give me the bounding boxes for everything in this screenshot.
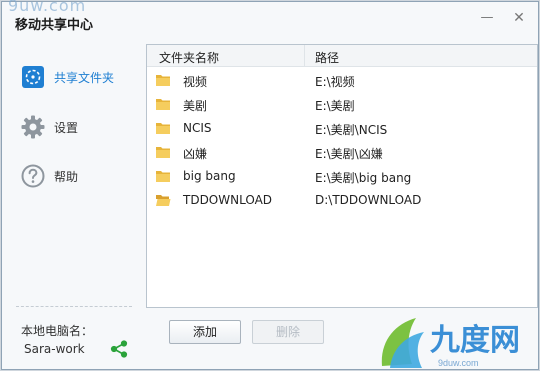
sidebar-item-label: 帮助: [54, 169, 79, 184]
column-header-name[interactable]: 文件夹名称: [159, 49, 219, 66]
folder-icon: [156, 123, 170, 134]
sidebar-divider: [16, 306, 132, 307]
table-row[interactable]: 美剧 E:\美剧: [147, 92, 537, 116]
pc-name-value: Sara-work: [24, 342, 85, 356]
folder-name: NCIS: [183, 121, 212, 135]
folder-path: E:\视频: [315, 75, 355, 89]
sidebar-item-help[interactable]: 帮助: [2, 161, 146, 191]
window-title: 移动共享中心: [15, 18, 94, 33]
watermark-text: 9uw.com: [8, 0, 87, 15]
folder-icon: [156, 75, 170, 86]
pc-name-label: 本地电脑名：: [21, 324, 94, 338]
shared-folder-table: 文件夹名称 路径 视频 E:\视频 美剧 E:\美剧 NCIS E:\美剧\NC…: [146, 44, 538, 308]
table-row[interactable]: TDDOWNLOAD D:\TDDOWNLOAD: [147, 188, 537, 212]
folder-icon: [156, 147, 170, 158]
sidebar-item-shared-folders[interactable]: 共享文件夹: [2, 62, 146, 92]
logo-url: 9duw.com: [438, 358, 479, 368]
table-row[interactable]: 凶嫌 E:\美剧\凶嫌: [147, 140, 537, 164]
share-icon[interactable]: [110, 340, 128, 358]
sidebar-item-label: 共享文件夹: [54, 70, 115, 85]
shared-folder-icon: [22, 66, 44, 88]
open-folder-icon: [156, 195, 171, 206]
table-header: 文件夹名称 路径: [147, 45, 537, 67]
logo-text: 九度网: [430, 324, 520, 357]
folder-name: 凶嫌: [183, 147, 208, 161]
folder-path: E:\美剧\big bang: [315, 171, 412, 185]
site-logo: 九度网 9duw.com: [381, 318, 520, 368]
column-separator[interactable]: [304, 45, 305, 67]
folder-icon: [156, 171, 170, 182]
sidebar-item-label: 设置: [54, 120, 79, 135]
gear-icon: [21, 115, 45, 139]
folder-path: E:\美剧: [315, 99, 355, 113]
folder-name: TDDOWNLOAD: [183, 193, 273, 207]
folder-icon: [156, 99, 170, 110]
delete-button[interactable]: 删除: [252, 320, 324, 344]
column-header-path[interactable]: 路径: [315, 49, 339, 66]
folder-path: D:\TDDOWNLOAD: [315, 193, 422, 207]
table-row[interactable]: 视频 E:\视频: [147, 68, 537, 92]
sidebar-item-settings[interactable]: 设置: [2, 112, 146, 142]
help-icon: [21, 164, 45, 188]
folder-path: E:\美剧\凶嫌: [315, 147, 383, 161]
folder-path: E:\美剧\NCIS: [315, 123, 388, 137]
sidebar: 共享文件夹 设置 帮助 本地电脑名： Sara-work: [2, 40, 146, 370]
add-button[interactable]: 添加: [169, 320, 241, 344]
title-bar: 9uw.com 移动共享中心 — ✕: [2, 0, 538, 40]
table-row[interactable]: NCIS E:\美剧\NCIS: [147, 116, 537, 140]
minimize-button[interactable]: —: [478, 10, 496, 26]
close-button[interactable]: ✕: [510, 10, 528, 26]
table-row[interactable]: big bang E:\美剧\big bang: [147, 164, 537, 188]
folder-name: 美剧: [183, 99, 208, 113]
folder-name: 视频: [183, 75, 208, 89]
folder-name: big bang: [183, 169, 236, 183]
main-window: 9uw.com 移动共享中心 — ✕ 共享文件夹 设置 帮助 本地电脑名： Sa…: [1, 0, 539, 370]
